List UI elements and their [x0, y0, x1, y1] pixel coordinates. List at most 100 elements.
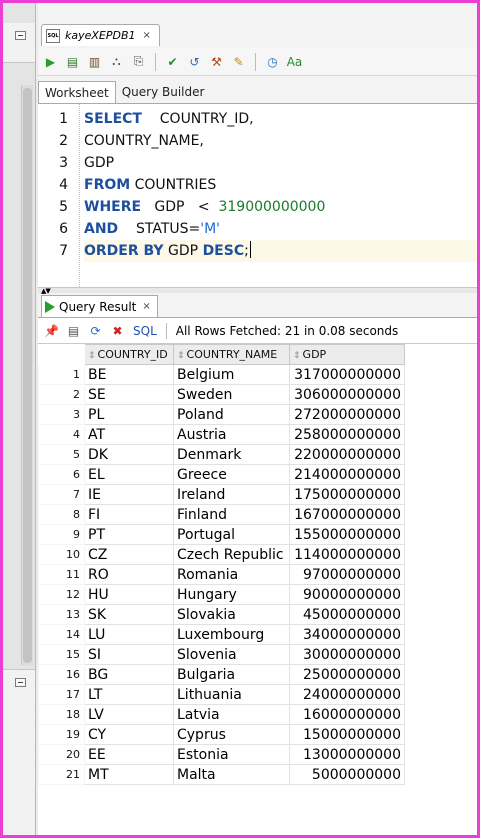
cell-country-id[interactable]: SK	[84, 604, 174, 625]
cell-country-id[interactable]: HU	[84, 584, 174, 605]
cell-gdp[interactable]: 34000000000	[289, 624, 405, 645]
cell-country-id[interactable]: FI	[84, 504, 174, 525]
freeze-pin-icon[interactable]: 📌	[43, 322, 60, 339]
table-row[interactable]: 6 EL Greece 214000000000	[38, 464, 405, 485]
run-script-icon[interactable]: ▤	[64, 53, 81, 70]
cell-gdp[interactable]: 13000000000	[289, 744, 405, 765]
table-row[interactable]: 2 SE Sweden 306000000000	[38, 384, 405, 405]
cell-gdp[interactable]: 24000000000	[289, 684, 405, 705]
pane-splitter[interactable]: ▲▼	[38, 287, 477, 295]
code-line[interactable]: SELECT COUNTRY_ID,	[84, 108, 477, 130]
table-row[interactable]: 12 HU Hungary 90000000000	[38, 584, 405, 605]
cell-gdp[interactable]: 25000000000	[289, 664, 405, 685]
cell-country-id[interactable]: CZ	[84, 544, 174, 565]
cell-country-name[interactable]: Czech Republic	[173, 544, 290, 565]
cell-gdp[interactable]: 155000000000	[289, 524, 405, 545]
cell-gdp[interactable]: 90000000000	[289, 584, 405, 605]
cell-country-name[interactable]: Bulgaria	[173, 664, 290, 685]
cell-gdp[interactable]: 16000000000	[289, 704, 405, 725]
cell-country-id[interactable]: SI	[84, 644, 174, 665]
autotrace-icon[interactable]: ⎘	[130, 53, 147, 70]
table-row[interactable]: 8 FI Finland 167000000000	[38, 504, 405, 525]
commit-menu-icon[interactable]: ▥	[86, 53, 103, 70]
cell-country-id[interactable]: EL	[84, 464, 174, 485]
cell-country-id[interactable]: SE	[84, 384, 174, 405]
column-header-country-id[interactable]: ⇕ COUNTRY_ID	[84, 344, 174, 365]
cell-country-id[interactable]: BE	[84, 364, 174, 385]
close-icon[interactable]: ×	[143, 30, 151, 41]
cell-country-name[interactable]: Latvia	[173, 704, 290, 725]
sql-button[interactable]: SQL	[133, 324, 157, 338]
rollback-icon[interactable]: ↺	[186, 53, 203, 70]
explain-plan-icon[interactable]: ⛬	[108, 53, 125, 70]
run-statement-icon[interactable]: ▶	[42, 53, 59, 70]
cell-country-name[interactable]: Romania	[173, 564, 290, 585]
navigator-scroll-thumb[interactable]	[23, 88, 32, 663]
cell-country-name[interactable]: Portugal	[173, 524, 290, 545]
table-row[interactable]: 3 PL Poland 272000000000	[38, 404, 405, 425]
table-row[interactable]: 1 BE Belgium 317000000000	[38, 364, 405, 385]
table-row[interactable]: 9 PT Portugal 155000000000	[38, 524, 405, 545]
code-line[interactable]: WHERE GDP < 319000000000	[84, 196, 477, 218]
table-row[interactable]: 11 RO Romania 97000000000	[38, 564, 405, 585]
cell-country-name[interactable]: Estonia	[173, 744, 290, 765]
cell-gdp[interactable]: 114000000000	[289, 544, 405, 565]
cell-country-name[interactable]: Poland	[173, 404, 290, 425]
cell-country-id[interactable]: PT	[84, 524, 174, 545]
table-row[interactable]: 10 CZ Czech Republic 114000000000	[38, 544, 405, 565]
code-line[interactable]: FROM COUNTRIES	[84, 174, 477, 196]
cell-country-id[interactable]: IE	[84, 484, 174, 505]
table-row[interactable]: 13 SK Slovakia 45000000000	[38, 604, 405, 625]
refresh-icon[interactable]: ⟳	[87, 322, 104, 339]
cell-gdp[interactable]: 97000000000	[289, 564, 405, 585]
collapse-arrows-icon[interactable]: ▲▼	[41, 287, 51, 295]
table-row[interactable]: 15 SI Slovenia 30000000000	[38, 644, 405, 665]
clear-icon[interactable]: ✎	[230, 53, 247, 70]
cell-country-name[interactable]: Belgium	[173, 364, 290, 385]
table-row[interactable]: 4 AT Austria 258000000000	[38, 424, 405, 445]
tab-worksheet[interactable]: Worksheet	[38, 81, 116, 103]
cell-country-id[interactable]: MT	[84, 764, 174, 785]
cell-country-name[interactable]: Luxembourg	[173, 624, 290, 645]
cell-country-id[interactable]: RO	[84, 564, 174, 585]
cell-gdp[interactable]: 15000000000	[289, 724, 405, 745]
code-line[interactable]: COUNTRY_NAME,	[84, 130, 477, 152]
column-header-country-name[interactable]: ⇕ COUNTRY_NAME	[173, 344, 290, 365]
print-icon[interactable]: ▤	[65, 322, 82, 339]
cell-country-id[interactable]: EE	[84, 744, 174, 765]
tab-query-result[interactable]: Query Result ×	[41, 295, 158, 317]
cell-gdp[interactable]: 214000000000	[289, 464, 405, 485]
minimize-icon[interactable]	[15, 31, 26, 40]
cell-country-name[interactable]: Austria	[173, 424, 290, 445]
cell-gdp[interactable]: 317000000000	[289, 364, 405, 385]
table-row[interactable]: 14 LU Luxembourg 34000000000	[38, 624, 405, 645]
navigator-scrollbar[interactable]	[21, 85, 33, 665]
cell-country-name[interactable]: Denmark	[173, 444, 290, 465]
cell-country-name[interactable]: Cyprus	[173, 724, 290, 745]
table-row[interactable]: 16 BG Bulgaria 25000000000	[38, 664, 405, 685]
code-line[interactable]: GDP	[84, 152, 477, 174]
cell-country-id[interactable]: LU	[84, 624, 174, 645]
cell-gdp[interactable]: 175000000000	[289, 484, 405, 505]
close-icon[interactable]: ×	[142, 301, 150, 312]
cell-gdp[interactable]: 272000000000	[289, 404, 405, 425]
table-row[interactable]: 21 MT Malta 5000000000	[38, 764, 405, 785]
cancel-query-icon[interactable]: ✖	[109, 322, 126, 339]
cell-gdp[interactable]: 5000000000	[289, 764, 405, 785]
cell-country-id[interactable]: DK	[84, 444, 174, 465]
sql-editor[interactable]: 1 2 3 4 5 6 7 SELECT COUNTRY_ID, COUNTRY…	[38, 103, 477, 287]
column-header-gdp[interactable]: ⇕ GDP	[289, 344, 405, 365]
cell-country-id[interactable]: PL	[84, 404, 174, 425]
cell-country-id[interactable]: AT	[84, 424, 174, 445]
code-line[interactable]: AND STATUS='M'	[84, 218, 477, 240]
cell-country-name[interactable]: Sweden	[173, 384, 290, 405]
cell-country-id[interactable]: CY	[84, 724, 174, 745]
cell-gdp[interactable]: 306000000000	[289, 384, 405, 405]
tab-worksheet-connection[interactable]: SQL kayeXEPDB1 ×	[41, 24, 160, 46]
cell-gdp[interactable]: 220000000000	[289, 444, 405, 465]
cell-country-name[interactable]: Finland	[173, 504, 290, 525]
table-row[interactable]: 5 DK Denmark 220000000000	[38, 444, 405, 465]
cell-gdp[interactable]: 167000000000	[289, 504, 405, 525]
cell-country-name[interactable]: Slovakia	[173, 604, 290, 625]
code-line-current[interactable]: ORDER BY GDP DESC;	[84, 240, 477, 262]
